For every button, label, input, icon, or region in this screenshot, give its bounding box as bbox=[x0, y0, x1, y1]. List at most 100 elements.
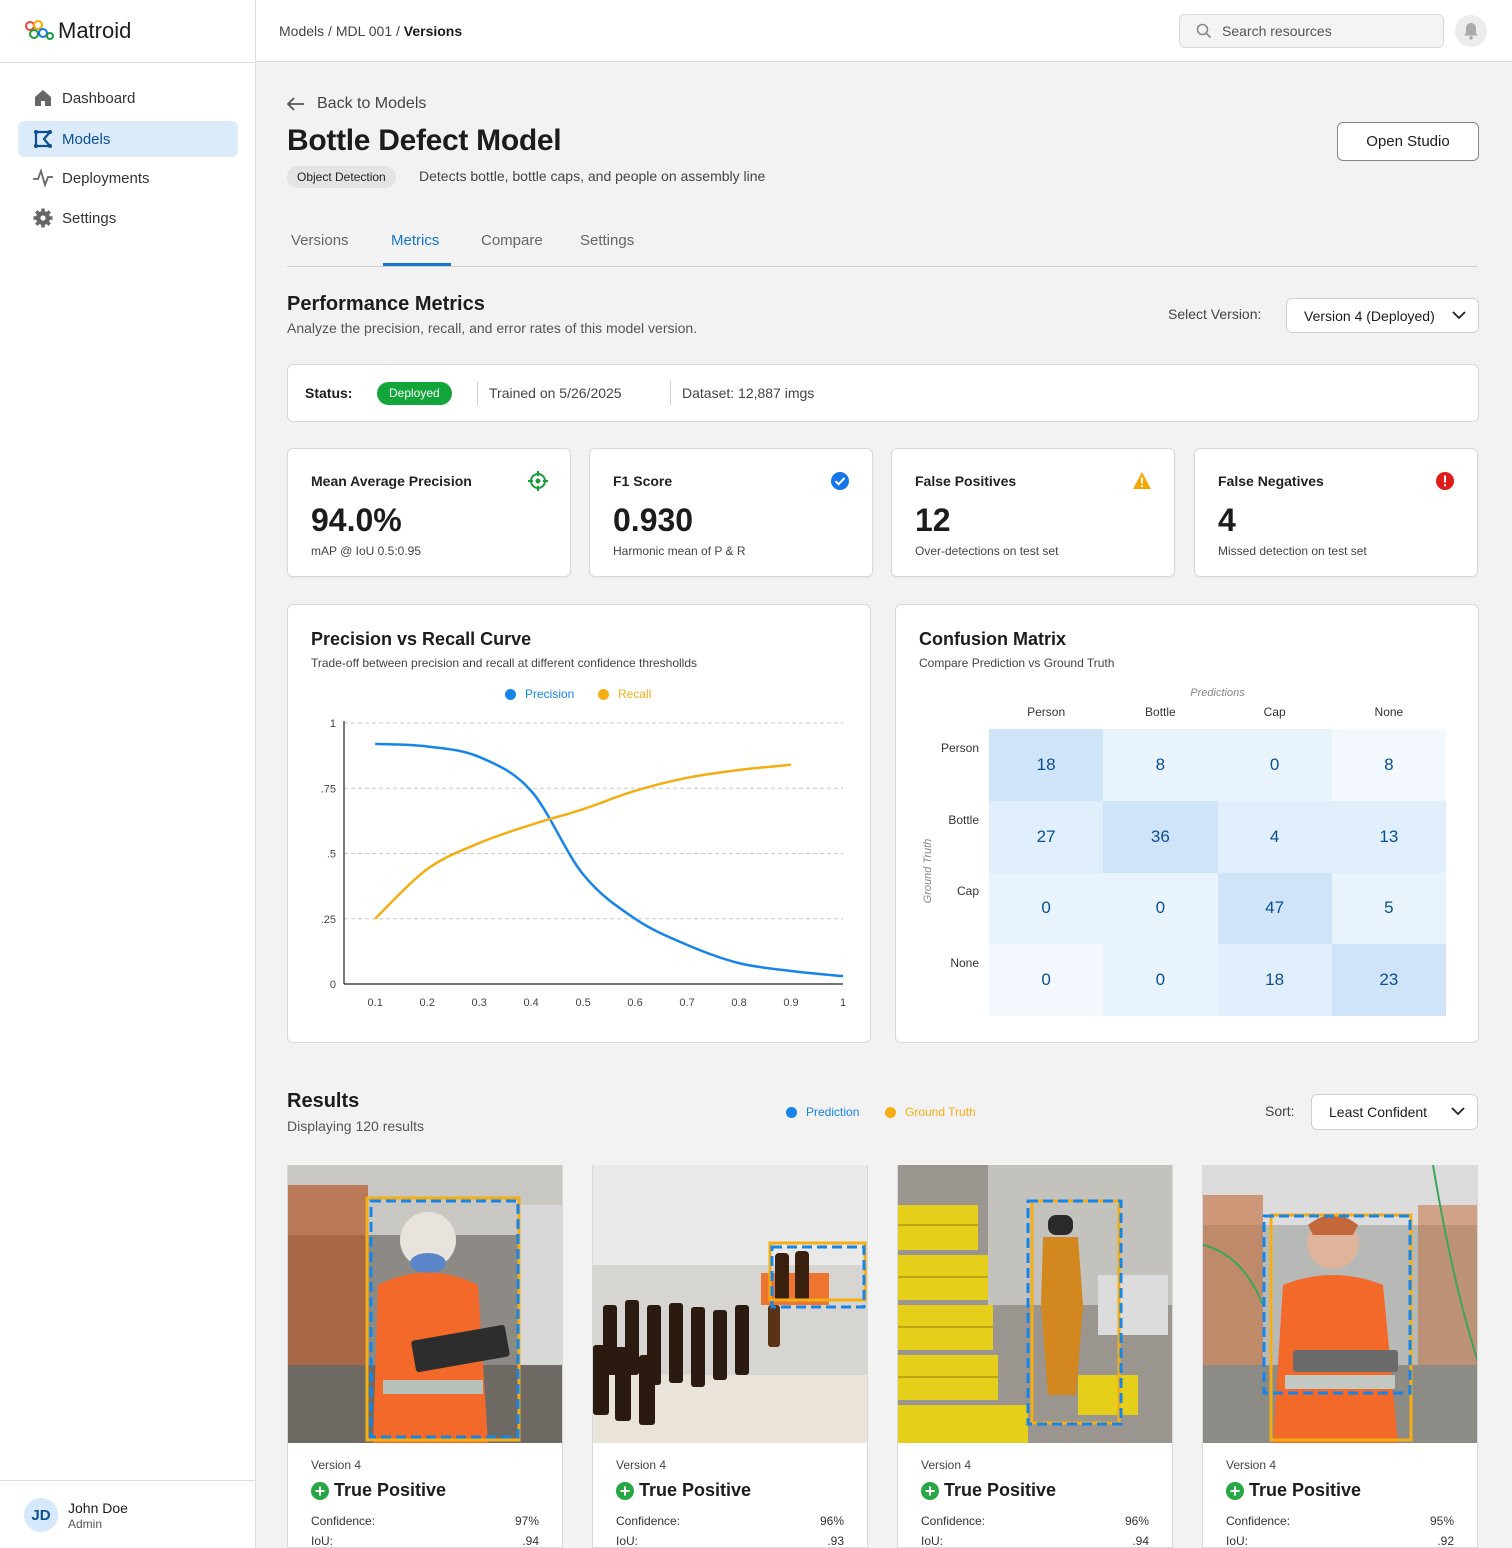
x-tick-label: 0.7 bbox=[679, 997, 694, 1009]
iou-label: IoU: bbox=[311, 1534, 334, 1548]
column-label: None bbox=[1374, 705, 1404, 719]
error-icon bbox=[1435, 471, 1455, 496]
result-image-crates bbox=[898, 1165, 1172, 1443]
matrix-cell: 47 bbox=[1217, 872, 1332, 945]
target-icon bbox=[528, 471, 548, 496]
result-image-worker-tablet bbox=[288, 1165, 562, 1443]
matrix-cell: 4 bbox=[1217, 800, 1332, 873]
metric-card-map: Mean Average Precision 94.0% mAP @ IoU 0… bbox=[287, 448, 571, 577]
logo[interactable]: Matroid bbox=[24, 18, 131, 44]
search-input[interactable]: Search resources bbox=[1179, 14, 1444, 48]
y-tick-label: 1 bbox=[330, 718, 336, 730]
result-card[interactable]: Version 4 True Positive Confidence: 96% … bbox=[592, 1165, 868, 1548]
model-description: Detects bottle, bottle caps, and people … bbox=[419, 168, 766, 184]
confidence-value: 96% bbox=[1124, 1514, 1149, 1528]
user-name: John Doe bbox=[68, 1500, 128, 1516]
section-title: Performance Metrics bbox=[287, 293, 485, 315]
x-tick-label: 0.6 bbox=[627, 997, 642, 1009]
result-status-label: True Positive bbox=[639, 1480, 752, 1500]
x-tick-label: 0.5 bbox=[575, 997, 590, 1009]
matrix-cell: 5 bbox=[1331, 872, 1446, 945]
breadcrumb-model[interactable]: MDL 001 bbox=[336, 23, 392, 39]
confidence-label: Confidence: bbox=[311, 1514, 376, 1528]
confidence-label: Confidence: bbox=[616, 1514, 681, 1528]
result-status-label: True Positive bbox=[944, 1480, 1057, 1500]
metric-card-false-positives: False Positives 12 Over-detections on te… bbox=[891, 448, 1175, 577]
result-card[interactable]: Version 4 True Positive Confidence: 96% … bbox=[897, 1165, 1173, 1548]
metric-value: 12 bbox=[915, 502, 951, 538]
sidebar-item-models[interactable]: Models bbox=[18, 121, 238, 157]
open-studio-button[interactable]: Open Studio bbox=[1337, 122, 1479, 161]
metric-title: False Negatives bbox=[1218, 473, 1324, 489]
arrow-left-icon bbox=[287, 97, 304, 111]
dataset-size: Dataset: 12,887 imgs bbox=[682, 385, 815, 401]
result-card[interactable]: Version 4 True Positive Confidence: 95% … bbox=[1202, 1165, 1478, 1548]
tab-versions[interactable]: Versions bbox=[291, 232, 349, 249]
notifications-button[interactable] bbox=[1455, 15, 1487, 47]
result-card[interactable]: Version 4 True Positive Confidence: 97% … bbox=[287, 1165, 563, 1548]
legend-ground-truth: Ground Truth bbox=[885, 1105, 976, 1119]
models-icon bbox=[32, 128, 54, 150]
warning-icon bbox=[1132, 471, 1152, 495]
matrix-cell: 18 bbox=[989, 729, 1104, 801]
tab-compare[interactable]: Compare bbox=[481, 232, 543, 249]
matrix-cell: 0 bbox=[989, 944, 1104, 1016]
legend-swatch bbox=[885, 1106, 896, 1118]
gear-icon bbox=[32, 207, 54, 229]
sidebar-item-settings[interactable]: Settings bbox=[18, 200, 238, 236]
breadcrumb-separator: / bbox=[328, 23, 336, 39]
plus-circle-icon bbox=[616, 1481, 634, 1500]
metric-subtext: Harmonic mean of P & R bbox=[613, 544, 746, 558]
sort-value: Least Confident bbox=[1329, 1104, 1428, 1120]
x-tick-label: 0.9 bbox=[783, 997, 798, 1009]
sidebar-item-label: Deployments bbox=[62, 169, 150, 187]
confidence-value: 95% bbox=[1429, 1514, 1454, 1528]
result-status-label: True Positive bbox=[1249, 1480, 1362, 1500]
sort-select[interactable]: Least Confident bbox=[1311, 1094, 1478, 1130]
tab-metrics[interactable]: Metrics bbox=[391, 232, 439, 249]
logo-text: Matroid bbox=[58, 18, 132, 43]
y-tick-label: 0 bbox=[330, 979, 336, 991]
results-title: Results bbox=[287, 1090, 360, 1112]
status-badge: Deployed bbox=[377, 382, 452, 405]
x-tick-label: 0.2 bbox=[420, 997, 435, 1009]
sidebar-item-deployments[interactable]: Deployments bbox=[18, 160, 238, 196]
sidebar-item-label: Models bbox=[62, 130, 111, 148]
iou-value: .92 bbox=[1437, 1534, 1454, 1548]
matrix-cell: 8 bbox=[1103, 729, 1218, 801]
result-status: True Positive bbox=[1226, 1480, 1361, 1501]
column-label: Bottle bbox=[1145, 705, 1176, 719]
chevron-down-icon bbox=[1451, 1107, 1465, 1116]
breadcrumb-separator: / bbox=[396, 23, 404, 39]
iou-label: IoU: bbox=[1226, 1534, 1249, 1548]
sidebar-item-dashboard[interactable]: Dashboard bbox=[18, 80, 238, 116]
metric-subtext: Missed detection on test set bbox=[1218, 544, 1367, 558]
matrix-cell: 13 bbox=[1331, 800, 1446, 873]
result-status-label: True Positive bbox=[334, 1480, 447, 1500]
column-label: Person bbox=[1027, 705, 1066, 719]
result-version: Version 4 bbox=[1226, 1458, 1277, 1472]
metric-title: F1 Score bbox=[613, 473, 673, 489]
user-profile[interactable]: JD John Doe Admin bbox=[0, 1480, 256, 1548]
user-role: Admin bbox=[68, 1517, 103, 1531]
metric-value: 4 bbox=[1218, 502, 1236, 538]
search-icon bbox=[1196, 23, 1212, 39]
version-select-value: Version 4 (Deployed) bbox=[1304, 307, 1435, 324]
version-select[interactable]: Version 4 (Deployed) bbox=[1286, 298, 1479, 333]
y-axis-title: Ground Truth bbox=[922, 838, 934, 903]
breadcrumb-models[interactable]: Models bbox=[279, 23, 324, 39]
matrix-cell: 0 bbox=[989, 872, 1104, 945]
iou-label: IoU: bbox=[616, 1534, 639, 1548]
metric-subtext: mAP @ IoU 0.5:0.95 bbox=[311, 544, 422, 558]
x-tick-label: 0.1 bbox=[368, 997, 383, 1009]
metric-card-f1: F1 Score 0.930 Harmonic mean of P & R bbox=[589, 448, 873, 577]
confidence-label: Confidence: bbox=[921, 1514, 986, 1528]
matrix-cell: 36 bbox=[1103, 800, 1218, 873]
tab-settings[interactable]: Settings bbox=[580, 232, 634, 249]
tab-bar: Versions Metrics Compare Settings bbox=[287, 220, 1478, 267]
confidence-value: 97% bbox=[514, 1514, 539, 1528]
pr-curve-panel: Precision vs Recall Curve Trade-off betw… bbox=[287, 604, 871, 1043]
iou-label: IoU: bbox=[921, 1534, 944, 1548]
series-line-precision bbox=[375, 742, 844, 978]
back-link[interactable]: Back to Models bbox=[287, 95, 426, 113]
